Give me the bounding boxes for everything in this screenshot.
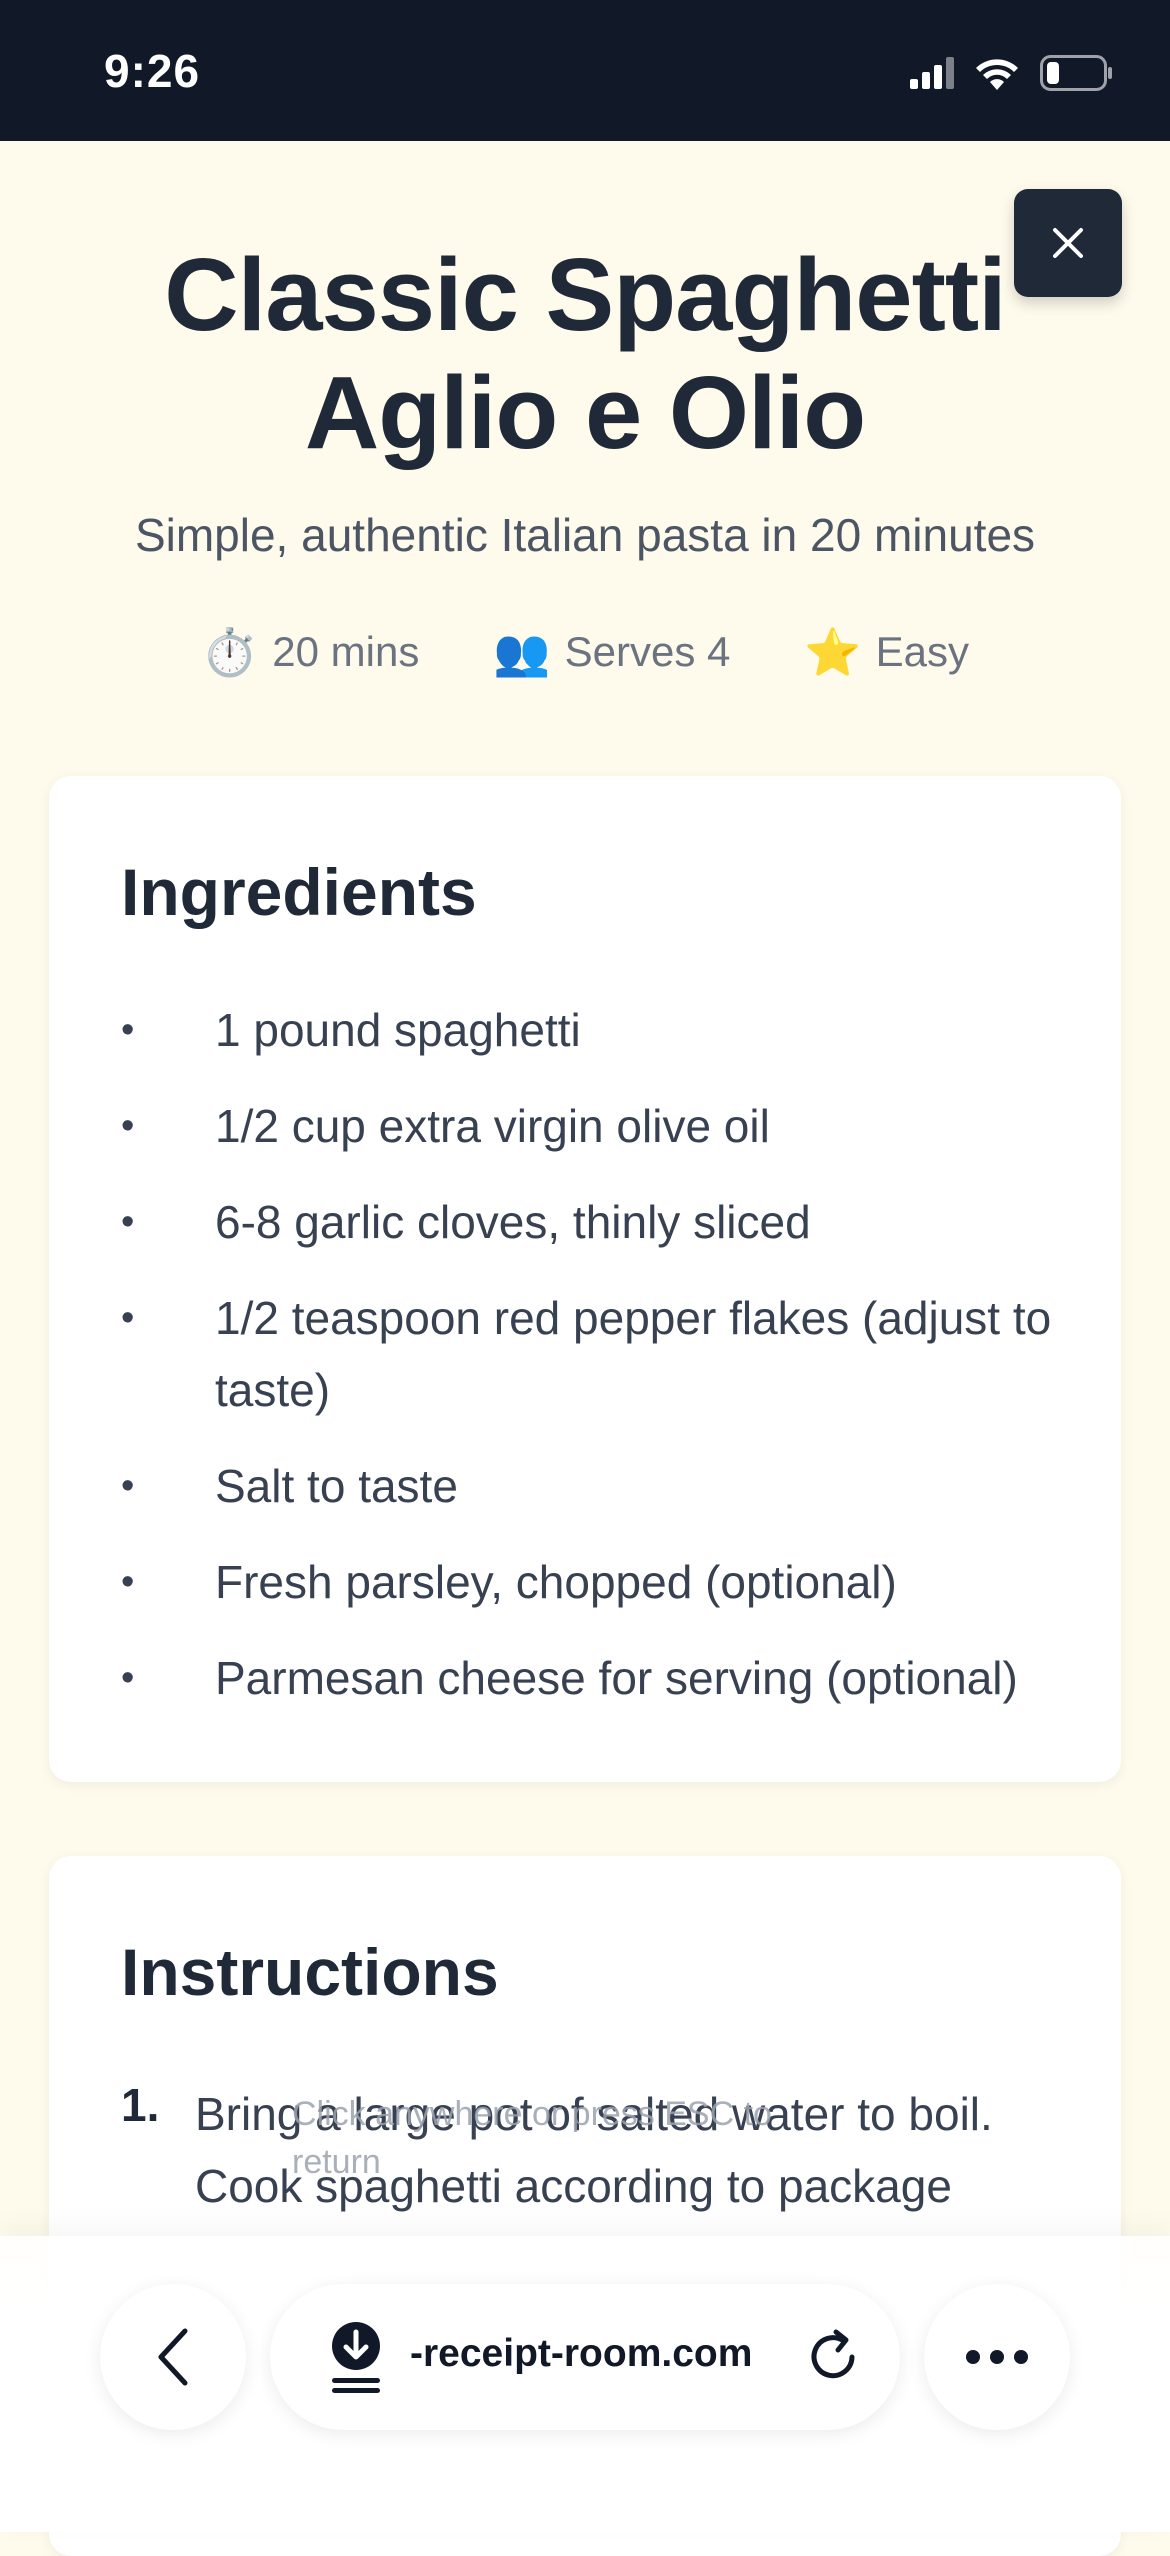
ingredient-text: Salt to taste [215,1460,458,1512]
back-button[interactable] [100,2284,246,2430]
wifi-icon [976,59,1018,90]
list-item: • Parmesan cheese for serving (optional) [121,1642,1081,1714]
bullet: • [121,1657,135,1699]
bullet: • [121,1465,135,1507]
recipe-subtitle: Simple, authentic Italian pasta in 20 mi… [134,509,1036,561]
more-dots-icon [966,2350,1028,2364]
star-icon: ⭐ [804,625,862,678]
bullet: • [121,1201,135,1243]
meta-servings-label: Serves 4 [564,628,731,675]
download-icon[interactable] [320,2318,392,2396]
ingredient-text: 1 pound spaghetti [215,1004,581,1056]
list-item: • Fresh parsley, chopped (optional) [121,1546,1081,1618]
status-bar: 9:26 [0,0,1170,141]
instructions-heading: Instructions [121,1935,499,2009]
ingredient-text: Fresh parsley, chopped (optional) [215,1556,897,1608]
ingredient-text: 1/2 cup extra virgin olive oil [215,1100,770,1152]
people-icon: 👥 [493,625,551,678]
list-item: • 6-8 garlic cloves, thinly sliced [121,1186,1081,1258]
browser-toolbar: -receipt-room.com [0,2236,1170,2532]
bullet: • [121,1561,135,1603]
return-hint: Click anywhere or press ESC to return [292,2095,772,2181]
ingredient-text: 6-8 garlic cloves, thinly sliced [215,1196,811,1248]
list-item: • 1/2 teaspoon red pepper flakes (adjust… [121,1282,1081,1426]
ingredient-list: • 1 pound spaghetti • 1/2 cup extra virg… [121,994,1081,1738]
list-item: • 1 pound spaghetti [121,994,1081,1066]
battery-icon [1040,55,1112,91]
recipe-title: Classic Spaghetti Aglio e Olio [164,237,1007,470]
meta-difficulty: ⭐ Easy [804,622,969,682]
meta-time: ⏱️ 20 mins [201,622,419,682]
meta-servings: 👥 Serves 4 [493,622,730,682]
back-chevron-icon [158,2328,188,2386]
recipe-meta: ⏱️ 20 mins 👥 Serves 4 ⭐ Easy [0,622,1170,682]
bullet: • [121,1105,135,1147]
more-button[interactable] [924,2284,1070,2430]
ingredient-text: 1/2 teaspoon red pepper flakes (adjust t… [215,1292,1052,1416]
ingredients-heading: Ingredients [121,855,477,929]
meta-difficulty-label: Easy [875,628,970,675]
address-bar[interactable]: -receipt-room.com [270,2284,900,2430]
reload-icon[interactable] [802,2326,864,2388]
list-item: • Salt to taste [121,1450,1081,1522]
ingredients-card: Ingredients • 1 pound spaghetti • 1/2 cu… [49,776,1121,1782]
ingredient-text: Parmesan cheese for serving (optional) [215,1652,1018,1704]
bullet: • [121,1009,135,1051]
signal-icon [910,57,954,89]
bullet: • [121,1297,135,1339]
meta-time-label: 20 mins [272,628,420,675]
url-text[interactable]: -receipt-room.com [410,2332,752,2376]
status-icons [910,50,1114,96]
step-number: 1. [121,2079,160,2131]
stopwatch-icon: ⏱️ [200,625,259,678]
status-time: 9:26 [104,45,201,97]
list-item: • 1/2 cup extra virgin olive oil [121,1090,1081,1162]
